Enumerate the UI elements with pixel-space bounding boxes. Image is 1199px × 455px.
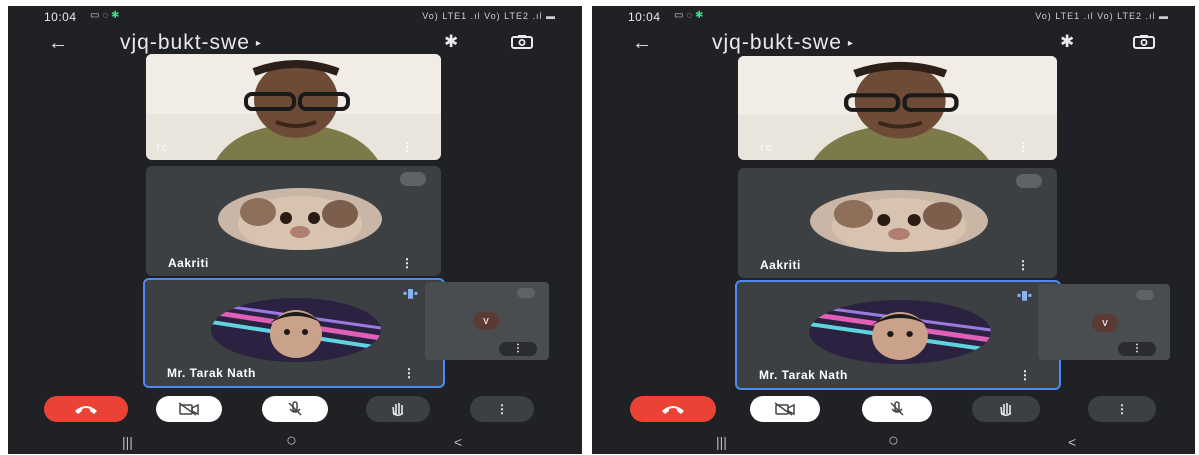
nav-back-icon[interactable]: < — [1068, 434, 1076, 450]
mic-off-icon — [288, 401, 302, 416]
participant-name: rc — [760, 140, 773, 154]
participant-tile-aakriti[interactable]: Aakriti ⋮ — [146, 166, 441, 276]
recent-apps-icon[interactable]: ||| — [716, 434, 727, 450]
meeting-code: vjq-bukt-swe — [712, 31, 842, 54]
android-nav-bar: ||| ○ < — [592, 430, 1195, 454]
call-controls: ⋮ — [8, 396, 582, 432]
notification-icons: ▭ ◌ ✱ — [90, 10, 120, 21]
participant-video — [738, 56, 1057, 160]
phone-screenshot-left: 10:04 ▭ ◌ ✱ Vo) LTE1 .ıl Vo) LTE2 .ıl ▬ … — [8, 6, 582, 454]
home-icon[interactable]: ○ — [888, 430, 899, 451]
more-options-button[interactable]: ⋮ — [470, 396, 534, 422]
participant-name: Aakriti — [168, 256, 209, 270]
muted-mic-icon — [517, 288, 535, 298]
speaking-indicator-icon: ▪▮▪ — [403, 286, 419, 300]
camera-toggle-button[interactable] — [750, 396, 820, 422]
participant-name: Mr. Tarak Nath — [167, 366, 256, 380]
mic-toggle-button[interactable] — [862, 396, 932, 422]
more-vert-icon: ⋮ — [496, 402, 508, 416]
participant-video — [146, 54, 441, 160]
end-call-button[interactable] — [44, 396, 128, 422]
back-arrow-icon[interactable]: ← — [632, 32, 652, 55]
signal-indicators: Vo) LTE1 .ıl Vo) LTE2 .ıl ▬ — [422, 11, 556, 21]
caret-right-icon: ▸ — [847, 37, 854, 49]
self-view-menu-button[interactable]: ⋮ — [1118, 342, 1156, 356]
phone-hangup-icon — [75, 406, 97, 414]
self-view-menu-button[interactable]: ⋮ — [499, 342, 537, 356]
mic-off-icon — [890, 401, 904, 416]
chevron-down-icon[interactable]: v — [1092, 314, 1118, 332]
status-time: 10:04 — [44, 10, 77, 24]
participant-avatar — [211, 298, 381, 362]
muted-mic-icon — [1136, 290, 1154, 300]
participant-menu-button[interactable]: ⋮ — [401, 256, 413, 270]
mic-toggle-button[interactable] — [262, 396, 328, 422]
participant-tile-tarak-nath[interactable]: ▪▮▪ Mr. Tarak Nath ⋮ — [735, 280, 1061, 390]
speaking-indicator-icon: ▪▮▪ — [1017, 288, 1033, 302]
participant-tile-tarak-nath[interactable]: ▪▮▪ Mr. Tarak Nath ⋮ — [143, 278, 445, 388]
participant-name: Aakriti — [760, 258, 801, 272]
meeting-code: vjq-bukt-swe — [120, 31, 250, 54]
participant-avatar — [218, 188, 382, 250]
switch-camera-icon[interactable] — [510, 34, 534, 50]
phone-screenshot-right: 10:04 ▭ ◌ ✱ Vo) LTE1 .ıl Vo) LTE2 .ıl ▬ … — [592, 6, 1195, 454]
hand-icon — [1000, 403, 1012, 417]
status-bar: 10:04 ▭ ◌ ✱ Vo) LTE1 .ıl Vo) LTE2 .ıl ▬ — [592, 6, 1195, 28]
participant-name: Mr. Tarak Nath — [759, 368, 848, 382]
participant-tile-aakriti[interactable]: Aakriti ⋮ — [738, 168, 1057, 278]
camera-off-icon — [774, 402, 795, 416]
back-arrow-icon[interactable]: ← — [48, 32, 68, 55]
meeting-code-title[interactable]: vjq-bukt-swe ▸ — [120, 31, 262, 55]
notification-icons: ▭ ◌ ✱ — [674, 10, 704, 21]
bluetooth-icon[interactable]: ✱ — [1060, 32, 1074, 52]
recent-apps-icon[interactable]: ||| — [122, 434, 133, 450]
self-view-tile[interactable]: v ⋮ — [425, 282, 549, 360]
participant-name: rc — [156, 140, 169, 154]
more-vert-icon: ⋮ — [1116, 402, 1128, 416]
participant-menu-button[interactable]: ⋮ — [401, 140, 413, 154]
caret-right-icon: ▸ — [255, 37, 262, 49]
status-time: 10:04 — [628, 10, 661, 24]
android-nav-bar: ||| ○ < — [8, 430, 582, 454]
raise-hand-button[interactable] — [972, 396, 1040, 422]
bluetooth-icon[interactable]: ✱ — [444, 32, 458, 52]
participant-menu-button[interactable]: ⋮ — [403, 366, 415, 380]
hand-icon — [392, 403, 404, 417]
status-bar: 10:04 ▭ ◌ ✱ Vo) LTE1 .ıl Vo) LTE2 .ıl ▬ — [8, 6, 582, 28]
self-view-tile[interactable]: v ⋮ — [1038, 284, 1170, 360]
end-call-button[interactable] — [630, 396, 716, 422]
home-icon[interactable]: ○ — [286, 430, 297, 451]
chevron-down-icon[interactable]: v — [473, 312, 499, 330]
call-controls: ⋮ — [592, 396, 1195, 432]
participant-menu-button[interactable]: ⋮ — [1019, 368, 1031, 382]
participant-avatar — [810, 190, 988, 252]
nav-back-icon[interactable]: < — [454, 434, 462, 450]
meeting-code-title[interactable]: vjq-bukt-swe ▸ — [712, 31, 854, 55]
muted-mic-icon — [400, 172, 426, 186]
phone-hangup-icon — [662, 406, 684, 414]
switch-camera-icon[interactable] — [1132, 34, 1156, 50]
signal-indicators: Vo) LTE1 .ıl Vo) LTE2 .ıl ▬ — [1035, 11, 1169, 21]
participant-menu-button[interactable]: ⋮ — [1017, 258, 1029, 272]
participant-tile-rc[interactable]: rc ⋮ — [738, 56, 1057, 160]
more-options-button[interactable]: ⋮ — [1088, 396, 1156, 422]
participant-menu-button[interactable]: ⋮ — [1017, 140, 1029, 154]
raise-hand-button[interactable] — [366, 396, 430, 422]
participant-avatar — [809, 300, 991, 364]
camera-toggle-button[interactable] — [156, 396, 222, 422]
camera-off-icon — [178, 402, 199, 416]
participant-tile-rc[interactable]: rc ⋮ — [146, 54, 441, 160]
muted-mic-icon — [1016, 174, 1042, 188]
